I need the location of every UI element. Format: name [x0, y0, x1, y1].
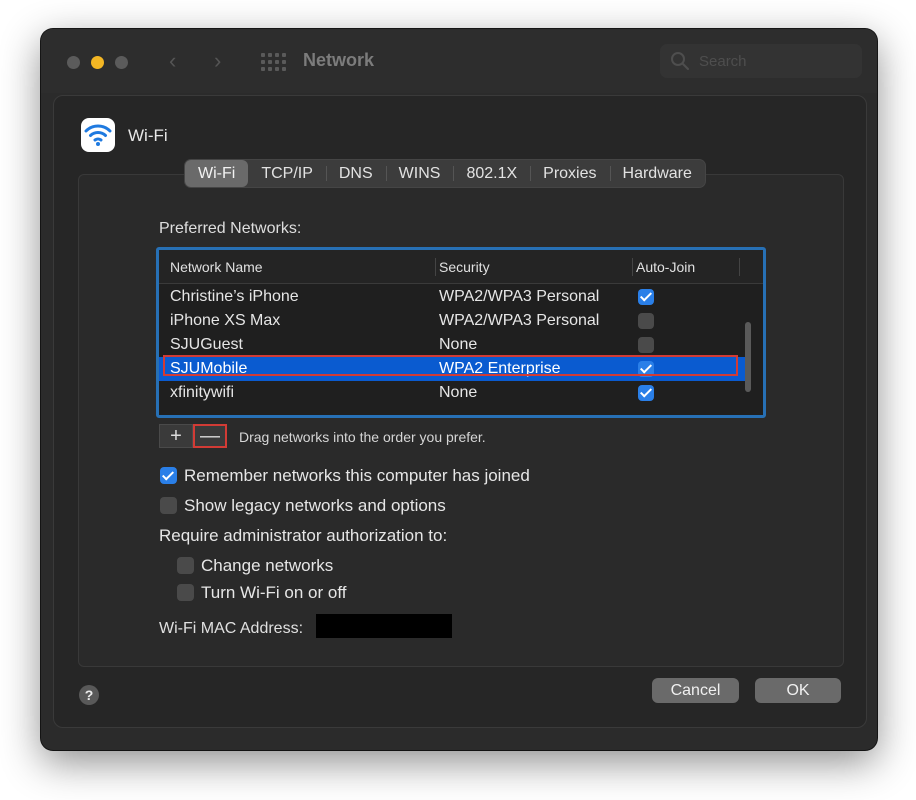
column-header-network-name[interactable]: Network Name [170, 259, 263, 275]
security-cell: WPA2/WPA3 Personal [439, 288, 600, 305]
table-row-selected[interactable]: SJUMobile WPA2 Enterprise [159, 357, 747, 381]
help-button[interactable]: ? [79, 685, 99, 705]
turn-wifi-checkbox[interactable] [177, 584, 194, 601]
security-cell: None [439, 336, 478, 353]
table-header: Network Name Security Auto-Join [159, 250, 763, 284]
table-row[interactable]: SJUGuest None [159, 333, 747, 357]
network-preferences-window: ‹ › Network Search Wi-Fi Wi-Fi TCP/IP DN… [41, 29, 877, 750]
network-name-cell: SJUMobile [170, 360, 248, 377]
mac-address-label: Wi-Fi MAC Address: [159, 620, 304, 637]
table-row[interactable]: xfinitywifi None [159, 381, 747, 405]
drag-hint-text: Drag networks into the order you prefer. [239, 429, 486, 445]
table-row[interactable]: Christine’s iPhone WPA2/WPA3 Personal [159, 285, 747, 309]
add-remove-control: + — [159, 424, 227, 448]
tab-hardware[interactable]: Hardware [609, 160, 705, 187]
preferred-networks-table[interactable]: Network Name Security Auto-Join Christin… [156, 247, 766, 418]
zoom-window-button[interactable] [115, 56, 128, 69]
back-arrow-icon[interactable]: ‹ [169, 48, 176, 74]
forward-arrow-icon[interactable]: › [214, 48, 221, 74]
network-name-cell: Christine’s iPhone [170, 288, 299, 305]
mac-address-redacted [316, 614, 452, 638]
network-name-cell: SJUGuest [170, 336, 243, 353]
tab-wins[interactable]: WINS [385, 160, 454, 187]
auto-join-checkbox[interactable] [638, 313, 654, 329]
network-name-cell: xfinitywifi [170, 384, 235, 401]
search-placeholder: Search [699, 53, 747, 70]
require-admin-label: Require administrator authorization to: [159, 526, 448, 545]
wifi-icon [81, 118, 115, 152]
security-cell: WPA2/WPA3 Personal [439, 312, 600, 329]
close-window-button[interactable] [67, 56, 80, 69]
legacy-networks-checkbox[interactable] [160, 497, 177, 514]
column-divider [435, 258, 436, 276]
search-field[interactable]: Search [660, 44, 862, 78]
tab-dns[interactable]: DNS [325, 160, 386, 187]
tab-wifi[interactable]: Wi-Fi [185, 160, 249, 187]
column-divider [632, 258, 633, 276]
show-all-grid-icon[interactable] [261, 53, 286, 71]
cancel-button[interactable]: Cancel [652, 678, 739, 703]
remove-network-button[interactable]: — [193, 424, 227, 448]
security-cell: WPA2 Enterprise [439, 360, 561, 377]
wifi-settings-sheet: Wi-Fi Wi-Fi TCP/IP DNS WINS 802.1X Proxi… [53, 95, 867, 728]
sheet-title: Wi-Fi [128, 126, 168, 145]
tab-tcpip[interactable]: TCP/IP [248, 160, 326, 187]
table-scrollbar[interactable] [745, 322, 751, 392]
tab-8021x[interactable]: 802.1X [453, 160, 530, 187]
remember-networks-checkbox[interactable] [160, 467, 177, 484]
ok-button[interactable]: OK [755, 678, 841, 703]
auto-join-checkbox[interactable] [638, 385, 654, 401]
network-name-cell: iPhone XS Max [170, 312, 281, 329]
auto-join-checkbox[interactable] [638, 361, 654, 377]
title-bar: ‹ › Network Search [41, 29, 877, 93]
legacy-networks-label[interactable]: Show legacy networks and options [184, 496, 446, 516]
add-network-button[interactable]: + [159, 424, 193, 448]
auto-join-checkbox[interactable] [638, 337, 654, 353]
search-icon [671, 52, 689, 70]
window-title: Network [303, 50, 375, 70]
column-divider [739, 258, 740, 276]
turn-wifi-label[interactable]: Turn Wi-Fi on or off [201, 583, 346, 603]
column-header-auto-join[interactable]: Auto-Join [636, 259, 695, 275]
tab-bar: Wi-Fi TCP/IP DNS WINS 802.1X Proxies Har… [185, 160, 705, 187]
auto-join-checkbox[interactable] [638, 289, 654, 305]
table-row[interactable]: iPhone XS Max WPA2/WPA3 Personal [159, 309, 747, 333]
security-cell: None [439, 384, 478, 401]
change-networks-label[interactable]: Change networks [201, 556, 333, 576]
preferred-networks-label: Preferred Networks: [159, 220, 302, 237]
minimize-window-button[interactable] [91, 56, 104, 69]
remember-networks-label[interactable]: Remember networks this computer has join… [184, 466, 530, 486]
tab-proxies[interactable]: Proxies [530, 160, 609, 187]
change-networks-checkbox[interactable] [177, 557, 194, 574]
column-header-security[interactable]: Security [439, 259, 490, 275]
